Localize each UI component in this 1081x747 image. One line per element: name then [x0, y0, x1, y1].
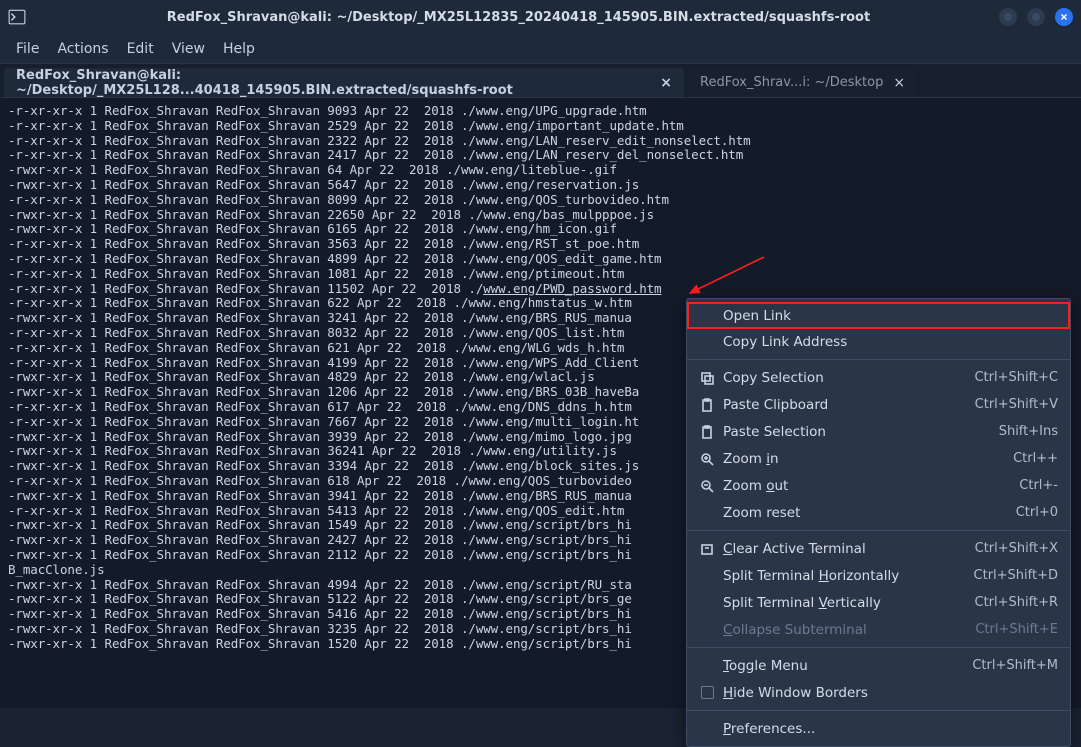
menubar: File Actions Edit View Help	[0, 34, 1081, 64]
terminal-line: -r-xr-xr-x 1 RedFox_Shravan RedFox_Shrav…	[8, 282, 1073, 297]
menu-edit[interactable]: Edit	[127, 41, 154, 57]
terminal-line: -r-xr-xr-x 1 RedFox_Shravan RedFox_Shrav…	[8, 119, 1073, 134]
terminal-line: -r-xr-xr-x 1 RedFox_Shravan RedFox_Shrav…	[8, 267, 1073, 282]
zoom-out-icon	[699, 479, 715, 493]
terminal-line: -rwxr-xr-x 1 RedFox_Shravan RedFox_Shrav…	[8, 222, 1073, 237]
menu-zoom-in[interactable]: Zoom in Ctrl++	[687, 445, 1070, 472]
terminal-line: -rwxr-xr-x 1 RedFox_Shravan RedFox_Shrav…	[8, 163, 1073, 178]
menu-split-vertical[interactable]: Split Terminal Vertically Ctrl+Shift+R	[687, 589, 1070, 616]
menu-help[interactable]: Help	[223, 41, 255, 57]
terminal-line: -r-xr-xr-x 1 RedFox_Shravan RedFox_Shrav…	[8, 134, 1073, 149]
menu-preferences[interactable]: Preferences...	[687, 715, 1070, 742]
terminal-line: -rwxr-xr-x 1 RedFox_Shravan RedFox_Shrav…	[8, 178, 1073, 193]
terminal-line: -r-xr-xr-x 1 RedFox_Shravan RedFox_Shrav…	[8, 104, 1073, 119]
terminal-line: -r-xr-xr-x 1 RedFox_Shravan RedFox_Shrav…	[8, 148, 1073, 163]
menu-separator	[687, 530, 1070, 531]
menu-paste-clipboard[interactable]: Paste Clipboard Ctrl+Shift+V	[687, 391, 1070, 418]
window-titlebar: RedFox_Shravan@kali: ~/Desktop/_MX25L128…	[0, 0, 1081, 34]
menu-paste-selection[interactable]: Paste Selection Shift+Ins	[687, 418, 1070, 445]
menu-hide-window-borders[interactable]: Hide Window Borders	[687, 679, 1070, 706]
tab-inactive[interactable]: RedFox_Shrav...i: ~/Desktop ×	[688, 68, 917, 97]
menu-copy-link-address[interactable]: Copy Link Address	[687, 328, 1070, 355]
tab-close-icon[interactable]: ×	[893, 75, 905, 91]
window-title: RedFox_Shravan@kali: ~/Desktop/_MX25L128…	[38, 10, 999, 25]
tab-close-icon[interactable]: ×	[660, 75, 672, 91]
checkbox-icon	[699, 686, 715, 699]
tab-active[interactable]: RedFox_Shravan@kali: ~/Desktop/_MX25L128…	[4, 68, 684, 97]
app-icon	[8, 8, 26, 26]
menu-separator	[687, 647, 1070, 648]
menu-clear-terminal[interactable]: Clear Active Terminal Ctrl+Shift+X	[687, 535, 1070, 562]
paste-icon	[699, 425, 715, 439]
clear-icon	[699, 542, 715, 556]
tab-label: RedFox_Shravan@kali: ~/Desktop/_MX25L128…	[16, 68, 650, 98]
menu-view[interactable]: View	[172, 41, 205, 57]
menu-separator	[687, 710, 1070, 711]
terminal-line: -r-xr-xr-x 1 RedFox_Shravan RedFox_Shrav…	[8, 193, 1073, 208]
tabbar: RedFox_Shravan@kali: ~/Desktop/_MX25L128…	[0, 64, 1081, 98]
terminal-line: -rwxr-xr-x 1 RedFox_Shravan RedFox_Shrav…	[8, 208, 1073, 223]
menu-collapse-subterminal[interactable]: Collapse Subterminal Ctrl+Shift+E	[687, 616, 1070, 643]
menu-zoom-out[interactable]: Zoom out Ctrl+-	[687, 472, 1070, 499]
close-button[interactable]	[1055, 8, 1073, 26]
menu-split-horizontal[interactable]: Split Terminal Horizontally Ctrl+Shift+D	[687, 562, 1070, 589]
terminal-line: -r-xr-xr-x 1 RedFox_Shravan RedFox_Shrav…	[8, 252, 1073, 267]
tab-label: RedFox_Shrav...i: ~/Desktop	[700, 75, 883, 90]
terminal-line: -r-xr-xr-x 1 RedFox_Shravan RedFox_Shrav…	[8, 237, 1073, 252]
menu-open-link[interactable]: Open Link	[687, 302, 1070, 329]
zoom-in-icon	[699, 452, 715, 466]
menu-file[interactable]: File	[16, 41, 39, 57]
minimize-button[interactable]	[999, 8, 1017, 26]
menu-separator	[687, 359, 1070, 360]
menu-actions[interactable]: Actions	[57, 41, 108, 57]
menu-copy-selection[interactable]: Copy Selection Ctrl+Shift+C	[687, 364, 1070, 391]
context-menu: Open Link Copy Link Address Copy Selecti…	[686, 298, 1071, 747]
copy-icon	[699, 371, 715, 385]
menu-zoom-reset[interactable]: Zoom reset Ctrl+0	[687, 499, 1070, 526]
menu-toggle-menu[interactable]: Toggle Menu Ctrl+Shift+M	[687, 652, 1070, 679]
paste-icon	[699, 398, 715, 412]
maximize-button[interactable]	[1027, 8, 1045, 26]
